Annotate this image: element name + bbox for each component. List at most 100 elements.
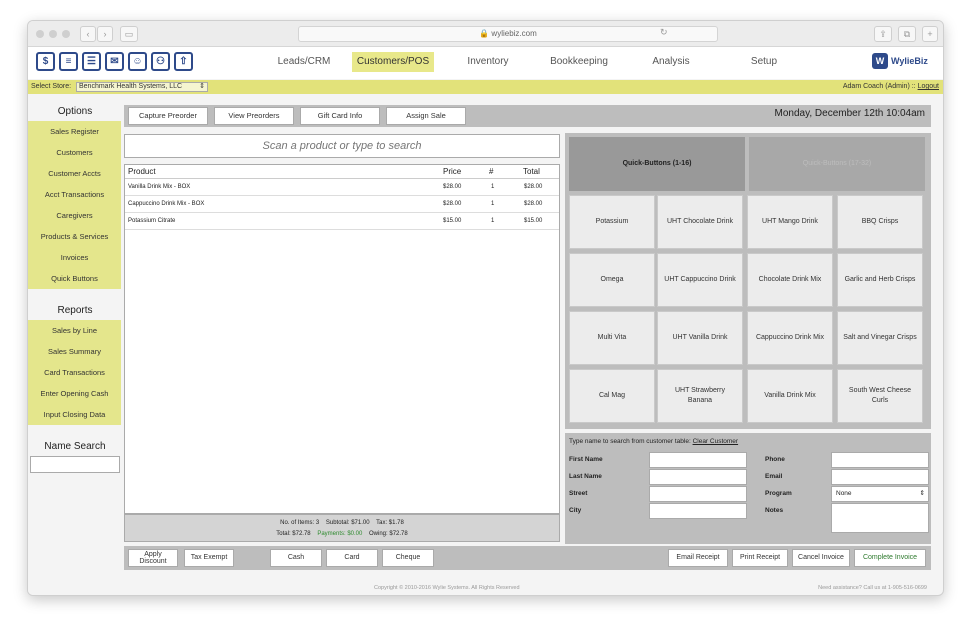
tab-setup[interactable]: Setup — [724, 52, 804, 72]
logout-link[interactable]: Logout — [918, 83, 939, 90]
help-text: Need assistance? Call us at 1-905-516-06… — [818, 585, 927, 591]
gift-card-info-button[interactable]: Gift Card Info — [300, 107, 380, 125]
browser-chrome: ‹ › ▭ 🔒 wyliebiz.com ↻ ⇪ ⧉ + — [28, 21, 943, 47]
print-receipt-button[interactable]: Print Receipt — [732, 549, 788, 567]
email-field[interactable] — [831, 469, 929, 485]
city-field[interactable] — [649, 503, 747, 519]
quick-button-potassium[interactable]: Potassium — [569, 195, 655, 249]
tab-leads-crm[interactable]: Leads/CRM — [264, 52, 344, 72]
quick-button-cappuccino-drink-mix[interactable]: Cappuccino Drink Mix — [747, 311, 833, 365]
share-icon[interactable]: ⇪ — [874, 26, 892, 42]
cancel-invoice-button[interactable]: Cancel Invoice — [792, 549, 850, 567]
logo-mark-icon: W — [872, 53, 888, 69]
zoom-dot-icon[interactable] — [62, 30, 70, 38]
tabs-icon[interactable]: ⧉ — [898, 26, 916, 42]
quick-button-omega[interactable]: Omega — [569, 253, 655, 307]
apply-discount-button[interactable]: Apply Discount — [128, 549, 178, 567]
name-search-input[interactable] — [30, 456, 120, 473]
tax-exempt-button[interactable]: Tax Exempt — [184, 549, 234, 567]
quick-button-salt-vinegar-crisps[interactable]: Salt and Vinegar Crisps — [837, 311, 923, 365]
quick-button-uht-chocolate-drink[interactable]: UHT Chocolate Drink — [657, 195, 743, 249]
sidebar-item-caregivers[interactable]: Caregivers — [28, 205, 121, 226]
reload-icon[interactable]: ↻ — [660, 27, 668, 38]
cash-button[interactable]: Cash — [270, 549, 322, 567]
back-icon[interactable]: ‹ — [80, 26, 96, 42]
view-preorders-button[interactable]: View Preorders — [214, 107, 294, 125]
scan-search-input[interactable] — [124, 134, 560, 158]
clear-customer-link[interactable]: Clear Customer — [693, 438, 739, 445]
tab-inventory[interactable]: Inventory — [448, 52, 528, 72]
row-total: $15.00 — [524, 218, 543, 224]
quick-button-uht-vanilla-drink[interactable]: UHT Vanilla Drink — [657, 311, 743, 365]
tab-quick-buttons-17-32[interactable]: Quick-Buttons (17-32) — [749, 137, 925, 191]
sidebar-item-input-closing-data[interactable]: Input Closing Data — [28, 404, 121, 425]
complete-invoice-button[interactable]: Complete Invoice — [854, 549, 926, 567]
tab-quick-buttons-1-16[interactable]: Quick-Buttons (1-16) — [569, 137, 745, 191]
col-price: Price — [443, 167, 462, 176]
sidebar-item-acct-transactions[interactable]: Acct Transactions — [28, 184, 121, 205]
new-tab-icon[interactable]: + — [922, 26, 938, 42]
quick-button-uht-cappuccino-drink[interactable]: UHT Cappuccino Drink — [657, 253, 743, 307]
notes-icon[interactable]: ≡ — [59, 52, 78, 71]
email-label: Email — [765, 473, 783, 480]
wyliebiz-logo[interactable]: W WylieBiz — [872, 53, 928, 69]
table-row[interactable]: Cappuccino Drink Mix - BOX $28.00 1 $28.… — [125, 196, 559, 213]
row-total: $28.00 — [524, 201, 543, 207]
sidebar-item-customers[interactable]: Customers — [28, 142, 121, 163]
customer-panel: Type name to search from customer table:… — [565, 433, 931, 544]
sidebar-item-invoices[interactable]: Invoices — [28, 247, 121, 268]
sidebar-item-enter-opening-cash[interactable]: Enter Opening Cash — [28, 383, 121, 404]
quick-button-garlic-herb-crisps[interactable]: Garlic and Herb Crisps — [837, 253, 923, 307]
sidebar-toggle-icon[interactable]: ▭ — [120, 26, 138, 42]
quick-button-south-west-cheese-curls[interactable]: South West Cheese Curls — [837, 369, 923, 423]
mail-icon[interactable]: ✉ — [105, 52, 124, 71]
totals-line-2: Total: $72.78 Payments: $0.00 Owing: $72… — [125, 531, 559, 537]
close-dot-icon[interactable] — [36, 30, 44, 38]
quick-button-uht-strawberry-banana[interactable]: UHT Strawberry Banana — [657, 369, 743, 423]
notes-label: Notes — [765, 507, 784, 514]
tab-customers-pos[interactable]: Customers/POS — [352, 52, 434, 72]
upload-icon[interactable]: ⇧ — [174, 52, 193, 71]
program-select[interactable]: None ⇕ — [831, 486, 929, 502]
quick-buttons-panel: Quick-Buttons (1-16) Quick-Buttons (17-3… — [565, 133, 931, 429]
calendar-icon[interactable]: $ — [36, 52, 55, 71]
sidebar-item-quick-buttons[interactable]: Quick Buttons — [28, 268, 121, 289]
quick-button-bbq-crisps[interactable]: BBQ Crisps — [837, 195, 923, 249]
sidebar-item-sales-register[interactable]: Sales Register — [28, 121, 121, 142]
quick-button-cal-mag[interactable]: Cal Mag — [569, 369, 655, 423]
group-icon[interactable]: ⚇ — [151, 52, 170, 71]
tab-analysis[interactable]: Analysis — [634, 52, 708, 72]
notes-field[interactable] — [831, 503, 929, 533]
sidebar-item-sales-by-line[interactable]: Sales by Line — [28, 320, 121, 341]
quick-button-vanilla-drink-mix[interactable]: Vanilla Drink Mix — [747, 369, 833, 423]
minimize-dot-icon[interactable] — [49, 30, 57, 38]
quick-button-uht-mango-drink[interactable]: UHT Mango Drink — [747, 195, 833, 249]
store-select[interactable]: Benchmark Health Systems, LLC ⇕ — [76, 82, 208, 92]
list-icon[interactable]: ☰ — [82, 52, 101, 71]
logo-text: WylieBiz — [891, 56, 928, 66]
street-field[interactable] — [649, 486, 747, 502]
table-row[interactable]: Vanilla Drink Mix - BOX $28.00 1 $28.00 — [125, 179, 559, 196]
capture-preorder-button[interactable]: Capture Preorder — [128, 107, 208, 125]
subtotal: Subtotal: $71.00 — [325, 520, 370, 526]
user-icon[interactable]: ☺ — [128, 52, 147, 71]
quick-button-chocolate-drink-mix[interactable]: Chocolate Drink Mix — [747, 253, 833, 307]
sidebar-item-sales-summary[interactable]: Sales Summary — [28, 341, 121, 362]
tab-bookkeeping[interactable]: Bookkeeping — [538, 52, 620, 72]
cheque-button[interactable]: Cheque — [382, 549, 434, 567]
quick-button-multi-vita[interactable]: Multi Vita — [569, 311, 655, 365]
first-name-field[interactable] — [649, 452, 747, 468]
sidebar-item-card-transactions[interactable]: Card Transactions — [28, 362, 121, 383]
last-name-field[interactable] — [649, 469, 747, 485]
sidebar-item-products-services[interactable]: Products & Services — [28, 226, 121, 247]
sidebar-item-customer-accts[interactable]: Customer Accts — [28, 163, 121, 184]
address-bar[interactable]: 🔒 wyliebiz.com — [298, 26, 718, 42]
table-header: Product Price # Total — [125, 165, 559, 179]
table-row[interactable]: Potassium Citrate $15.00 1 $15.00 — [125, 213, 559, 230]
assign-sale-button[interactable]: Assign Sale — [386, 107, 466, 125]
phone-field[interactable] — [831, 452, 929, 468]
card-button[interactable]: Card — [326, 549, 378, 567]
app-header: $ ≡ ☰ ✉ ☺ ⚇ ⇧ Leads/CRM Customers/POS In… — [28, 47, 943, 79]
email-receipt-button[interactable]: Email Receipt — [668, 549, 728, 567]
forward-icon[interactable]: › — [97, 26, 113, 42]
